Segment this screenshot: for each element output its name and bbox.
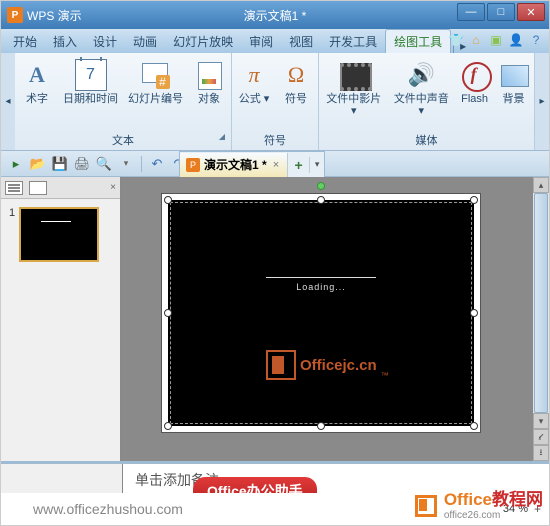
object-button[interactable]: 对象 [191, 57, 227, 107]
slide-canvas[interactable]: Loading... Officejc.cn ™ ▴ ▾ ⭹ ⭳ [121, 177, 549, 461]
resize-handle-tl[interactable] [164, 196, 172, 204]
scroll-up-icon[interactable]: ▴ [533, 177, 549, 193]
separator [141, 156, 142, 172]
panel-view-tabs: × [1, 177, 120, 199]
minimize-button[interactable]: — [457, 3, 485, 21]
home-icon[interactable]: ⌂ [469, 33, 483, 47]
ribbon-scroll-right[interactable]: ▸ [535, 53, 549, 150]
office-logo-icon [412, 492, 440, 520]
ribbon-group-label: 媒体 [323, 130, 530, 148]
background-button[interactable]: 背景 [497, 57, 530, 107]
slide-view-icon[interactable] [29, 181, 47, 195]
document-tab[interactable]: P 演示文稿1 * × [180, 153, 288, 177]
loading-text: Loading... [266, 277, 376, 292]
prev-slide-icon[interactable]: ⭹ [533, 429, 549, 445]
panel-close-icon[interactable]: × [110, 182, 116, 193]
corner-watermark: Office教程网 office26.com [412, 491, 543, 521]
date-time-button[interactable]: 日期和时间 [61, 57, 120, 107]
next-slide-icon[interactable]: ⭳ [533, 445, 549, 461]
maximize-button[interactable]: □ [487, 3, 515, 21]
resize-handle-bl[interactable] [164, 422, 172, 430]
selection-outline [170, 202, 472, 424]
open-icon[interactable]: 📂 [29, 155, 47, 173]
slide-thumbnail[interactable]: 1 [9, 207, 112, 262]
qat-dropdown-icon[interactable]: ▾ [117, 155, 135, 173]
resize-handle-tr[interactable] [470, 196, 478, 204]
ribbon-tabs: 开始 插入 设计 动画 幻灯片放映 审阅 视图 开发工具 绘图工具 ▸ 👕 ⌂ … [1, 29, 549, 53]
resize-handle-tm[interactable] [317, 196, 325, 204]
scroll-thumb[interactable] [534, 193, 548, 413]
ribbon-group-text: A术字 日期和时间 幻灯片编号 对象 文本◢ [15, 53, 232, 150]
document-tabs: P 演示文稿1 * × + ▾ [179, 151, 325, 177]
app-name: WPS 演示 [27, 7, 82, 24]
rotate-handle[interactable] [317, 182, 325, 190]
ribbon-scroll-left[interactable]: ◂ [1, 53, 15, 150]
work-area: × 1 Loading... Officejc.c [1, 177, 549, 461]
help-icon[interactable]: ? [529, 33, 543, 47]
tab-home[interactable]: 开始 [5, 30, 45, 53]
save-icon[interactable]: 💾 [51, 155, 69, 173]
tab-drawing-tools[interactable]: 绘图工具 [385, 29, 451, 53]
ribbon-group-symbol: π公式 ▾ Ω符号 符号 [232, 53, 319, 150]
watermark-text: Officejc.cn [300, 357, 377, 374]
movie-button[interactable]: 文件中影片 ▾ [323, 57, 385, 119]
equation-button[interactable]: π公式 ▾ [236, 57, 272, 107]
scroll-down-icon[interactable]: ▾ [533, 413, 549, 429]
status-url: www.officezhushou.com [1, 501, 183, 517]
preview-icon[interactable]: 🔍 [95, 155, 113, 173]
thumbnail-panel: × 1 [1, 177, 121, 461]
tab-view[interactable]: 视图 [281, 30, 321, 53]
android-icon[interactable]: ▣ [489, 33, 503, 47]
ribbon: ◂ A术字 日期和时间 幻灯片编号 对象 文本◢ π公式 ▾ Ω符号 符号 文件… [1, 53, 549, 151]
wordart-button[interactable]: A术字 [19, 57, 55, 107]
tab-design[interactable]: 设计 [85, 30, 125, 53]
tab-insert[interactable]: 插入 [45, 30, 85, 53]
new-icon[interactable]: ▸ [7, 155, 25, 173]
doc-icon: P [186, 158, 200, 172]
user-icon[interactable]: 👤 [509, 33, 523, 47]
resize-handle-mr[interactable] [470, 309, 478, 317]
app-icon: P [7, 7, 23, 23]
symbol-button[interactable]: Ω符号 [278, 57, 314, 107]
slide-number-button[interactable]: 幻灯片编号 [126, 57, 185, 107]
resize-handle-ml[interactable] [164, 309, 172, 317]
close-button[interactable]: ✕ [517, 3, 545, 21]
document-title: 演示文稿1 * [244, 7, 307, 24]
watermark: Officejc.cn ™ [266, 350, 389, 380]
outline-view-icon[interactable] [5, 181, 23, 195]
tab-menu-icon[interactable]: ▾ [310, 159, 324, 170]
tab-slideshow[interactable]: 幻灯片放映 [165, 30, 241, 53]
office-logo-icon [266, 350, 296, 380]
thumbnail-image [19, 207, 99, 262]
sound-button[interactable]: 🔊文件中声音 ▾ [391, 57, 453, 119]
notes-placeholder[interactable]: 单击添加备注 [123, 464, 549, 493]
ribbon-group-media: 文件中影片 ▾ 🔊文件中声音 ▾ Flash 背景 媒体 [319, 53, 535, 150]
flash-object[interactable]: Loading... Officejc.cn ™ [168, 200, 474, 426]
flash-button[interactable]: Flash [458, 57, 491, 107]
tab-developer[interactable]: 开发工具 [321, 30, 385, 53]
doc-tab-label: 演示文稿1 * [204, 156, 267, 173]
slide-number: 1 [9, 207, 15, 262]
doc-tab-close-icon[interactable]: × [271, 159, 281, 171]
tab-review[interactable]: 审阅 [241, 30, 281, 53]
vertical-scrollbar[interactable]: ▴ ▾ ⭹ ⭳ [533, 177, 549, 461]
undo-icon[interactable]: ↶ [148, 155, 166, 173]
resize-handle-br[interactable] [470, 422, 478, 430]
ribbon-group-label: 符号 [236, 130, 314, 148]
resize-handle-bm[interactable] [317, 422, 325, 430]
tab-animation[interactable]: 动画 [125, 30, 165, 53]
new-tab-button[interactable]: + [288, 157, 310, 173]
print-icon[interactable]: 🖨 [73, 155, 91, 173]
title-bar: P WPS 演示 演示文稿1 * — □ ✕ [1, 1, 549, 29]
tshirt-icon[interactable]: 👕 [449, 33, 463, 47]
ribbon-group-label: 文本◢ [19, 130, 227, 148]
trademark-icon: ™ [381, 371, 389, 380]
corner-url: office26.com [444, 510, 543, 521]
slide[interactable]: Loading... Officejc.cn ™ [161, 193, 481, 433]
